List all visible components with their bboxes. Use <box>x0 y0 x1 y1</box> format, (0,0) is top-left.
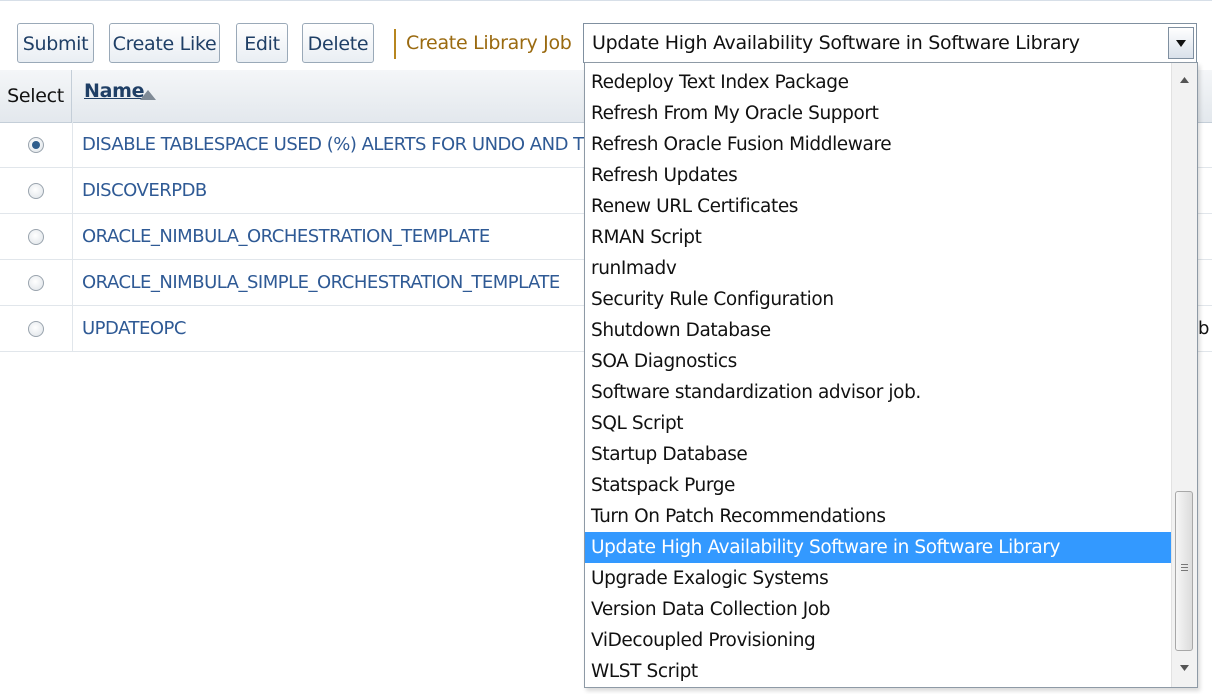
dropdown-option[interactable]: WLST Script <box>585 656 1171 687</box>
dropdown-option[interactable]: Refresh Oracle Fusion Middleware <box>585 129 1171 160</box>
dropdown-option[interactable]: Refresh Updates <box>585 160 1171 191</box>
dropdown-option[interactable]: Startup Database <box>585 439 1171 470</box>
dropdown-option[interactable]: Renew URL Certificates <box>585 191 1171 222</box>
row-cell-truncated: b <box>1198 318 1210 339</box>
dropdown-option[interactable]: Statspack Purge <box>585 470 1171 501</box>
dropdown-option[interactable]: Security Rule Configuration <box>585 284 1171 315</box>
dropdown-option[interactable]: Software standardization advisor job. <box>585 377 1171 408</box>
dropdown-option[interactable]: Version Data Collection Job <box>585 594 1171 625</box>
scroll-down-icon[interactable] <box>1180 665 1189 671</box>
job-name-link[interactable]: ORACLE_NIMBULA_SIMPLE_ORCHESTRATION_TEMP… <box>82 260 560 306</box>
dropdown-options: Redeploy Text Index Package Refresh From … <box>585 67 1171 687</box>
scroll-up-icon[interactable] <box>1180 77 1189 83</box>
job-name-link[interactable]: DISABLE TABLESPACE USED (%) ALERTS FOR U… <box>82 122 595 168</box>
dropdown-option[interactable]: Refresh From My Oracle Support <box>585 98 1171 129</box>
create-like-button[interactable]: Create Like <box>109 23 220 63</box>
job-type-select-toggle[interactable] <box>1168 27 1194 59</box>
row-select-radio[interactable] <box>28 275 44 291</box>
job-type-select[interactable]: Update High Availability Software in Sof… <box>583 23 1197 63</box>
delete-button[interactable]: Delete <box>302 23 374 63</box>
dropdown-option[interactable]: Turn On Patch Recommendations <box>585 501 1171 532</box>
row-select-radio[interactable] <box>28 183 44 199</box>
dropdown-option[interactable]: Shutdown Database <box>585 315 1171 346</box>
dropdown-option[interactable]: RMAN Script <box>585 222 1171 253</box>
grip-icon <box>1181 564 1188 571</box>
dropdown-option[interactable]: ViDecoupled Provisioning <box>585 625 1171 656</box>
dropdown-option[interactable]: runImadv <box>585 253 1171 284</box>
toolbar: Submit Create Like Edit Delete Create Li… <box>0 0 1212 71</box>
sort-ascending-icon[interactable] <box>140 90 156 100</box>
scrollbar-thumb[interactable] <box>1175 491 1193 651</box>
toolbar-separator <box>394 29 396 59</box>
row-select-radio[interactable] <box>28 321 44 337</box>
chevron-down-icon <box>1176 40 1186 47</box>
dropdown-option[interactable]: SQL Script <box>585 408 1171 439</box>
edit-button[interactable]: Edit <box>236 23 288 63</box>
job-name-link[interactable]: ORACLE_NIMBULA_ORCHESTRATION_TEMPLATE <box>82 214 490 260</box>
dropdown-option[interactable]: Upgrade Exalogic Systems <box>585 563 1171 594</box>
row-select-radio[interactable] <box>28 229 44 245</box>
job-name-link[interactable]: DISCOVERPDB <box>82 168 207 214</box>
dropdown-scrollbar[interactable] <box>1171 63 1197 687</box>
job-type-dropdown-list[interactable]: Redeploy Text Index Package Refresh From … <box>584 62 1198 688</box>
submit-button[interactable]: Submit <box>17 23 94 63</box>
job-type-select-value: Update High Availability Software in Sof… <box>592 32 1080 54</box>
dropdown-option[interactable]: SOA Diagnostics <box>585 346 1171 377</box>
job-name-link[interactable]: UPDATEOPC <box>82 306 186 352</box>
row-select-radio[interactable] <box>28 137 44 153</box>
column-header-select: Select <box>0 70 72 122</box>
dropdown-option[interactable]: Update High Availability Software in Sof… <box>585 532 1171 563</box>
column-header-name[interactable]: Name <box>84 80 145 102</box>
create-library-job-label: Create Library Job <box>406 32 572 54</box>
dropdown-option[interactable]: Redeploy Text Index Package <box>585 67 1171 98</box>
